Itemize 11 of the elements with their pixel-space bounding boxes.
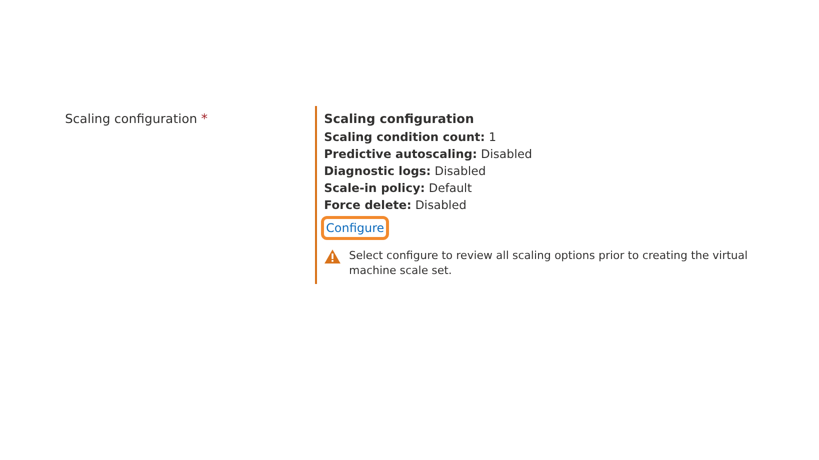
warning-icon — [324, 249, 341, 264]
setting-line: Scaling condition count: 1 — [324, 129, 498, 146]
setting-line: Diagnostic logs: Disabled — [324, 163, 487, 180]
field-label: Scaling configuration — [65, 111, 198, 126]
required-mark: * — [201, 112, 208, 127]
setting-line: Force delete: Disabled — [324, 197, 468, 214]
setting-line: Scale-in policy: Default — [324, 180, 473, 197]
setting-line: Predictive autoscaling: Disabled — [324, 146, 534, 163]
configure-link[interactable]: Configure — [321, 216, 390, 240]
warning-message: Select configure to review all scaling options prior to creating the virtual machine scale set. — [349, 248, 749, 278]
summary-title: Scaling configuration — [324, 111, 475, 126]
